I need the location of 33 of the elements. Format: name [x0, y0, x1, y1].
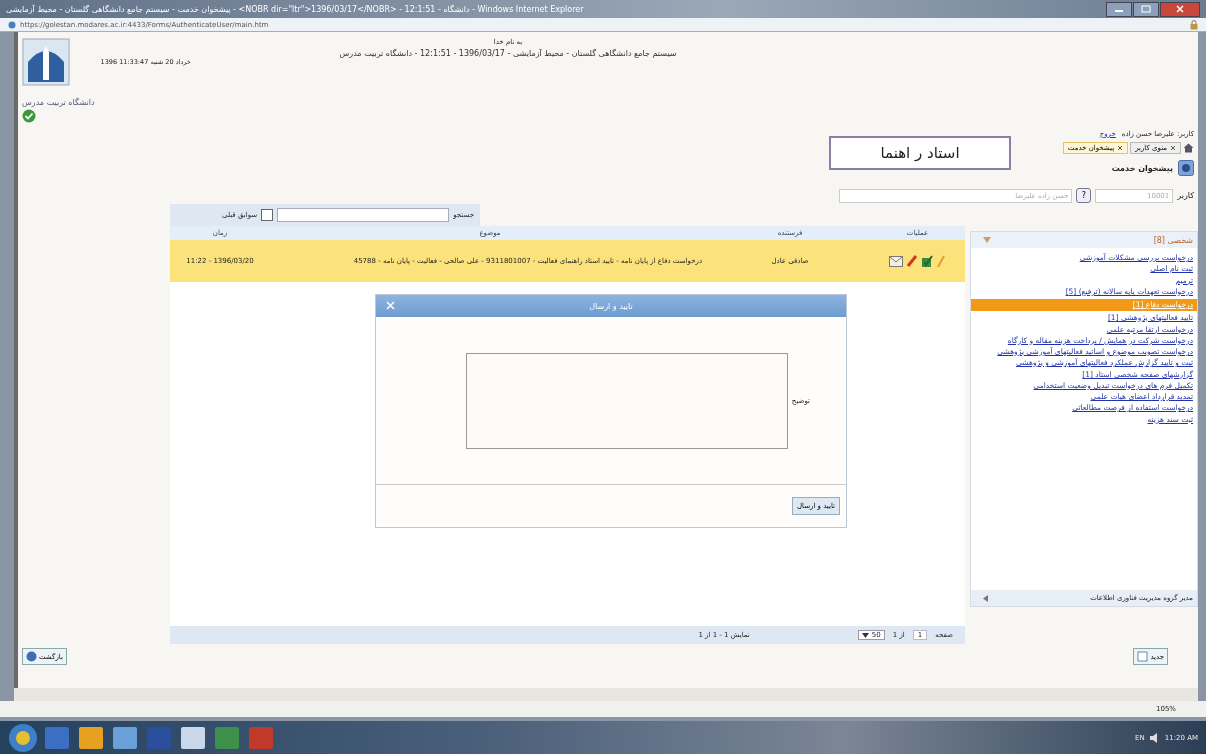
system-title: سیستم جامع دانشگاهی گلستان - محیط آزمایشی - 1396/03/17 - 12:1:51 - دانشگاه تربیت مدرس — [339, 49, 677, 58]
annotation-box: استاد ر اهنما — [829, 136, 1011, 170]
dialog-title: تایید و ارسال — [589, 301, 633, 311]
document-icon — [1137, 651, 1149, 662]
start-button[interactable] — [8, 722, 38, 753]
pencil-icon[interactable] — [906, 254, 918, 268]
history-checkbox[interactable] — [261, 209, 274, 221]
home-icon[interactable] — [1183, 143, 1194, 153]
close-icon[interactable] — [1170, 145, 1176, 151]
status-check-icon — [22, 109, 36, 123]
back-icon — [26, 651, 37, 662]
help-button[interactable]: ? — [1076, 188, 1092, 203]
maximize-icon — [1141, 5, 1151, 13]
check-icon[interactable] — [921, 254, 933, 268]
description-field[interactable] — [465, 352, 788, 449]
collapse-icon[interactable] — [983, 237, 991, 243]
page-title: پیشخوان خدمت — [1111, 163, 1173, 173]
minimize-button[interactable] — [1106, 1, 1132, 17]
window-title: پیشخوان خدمت - سیستم جامع دانشگاهی گلستان - محیط آزمایشی - <NOBR dir="ltr">1396/03/17</NOBR> - 12:1:51 - دانشگاه - Windows Internet Explorer — [6, 4, 585, 14]
lock-icon — [1190, 19, 1198, 30]
search-field[interactable] — [277, 208, 450, 222]
user-filter-label: کاربر — [1177, 191, 1194, 200]
service-desk-icon — [1178, 160, 1194, 176]
close-icon — [1175, 5, 1185, 13]
expand-icon[interactable] — [983, 594, 988, 602]
maximize-button[interactable] — [1133, 1, 1159, 17]
close-icon[interactable] — [1117, 145, 1124, 151]
logo-caption: دانشگاه تربیت مدرس — [22, 98, 95, 107]
caret-icon — [861, 632, 869, 638]
sidebar-header[interactable]: شخصی [8] — [1153, 235, 1193, 245]
mail-icon[interactable] — [889, 255, 903, 267]
page-icon — [8, 20, 16, 29]
close-button[interactable] — [1160, 1, 1200, 17]
